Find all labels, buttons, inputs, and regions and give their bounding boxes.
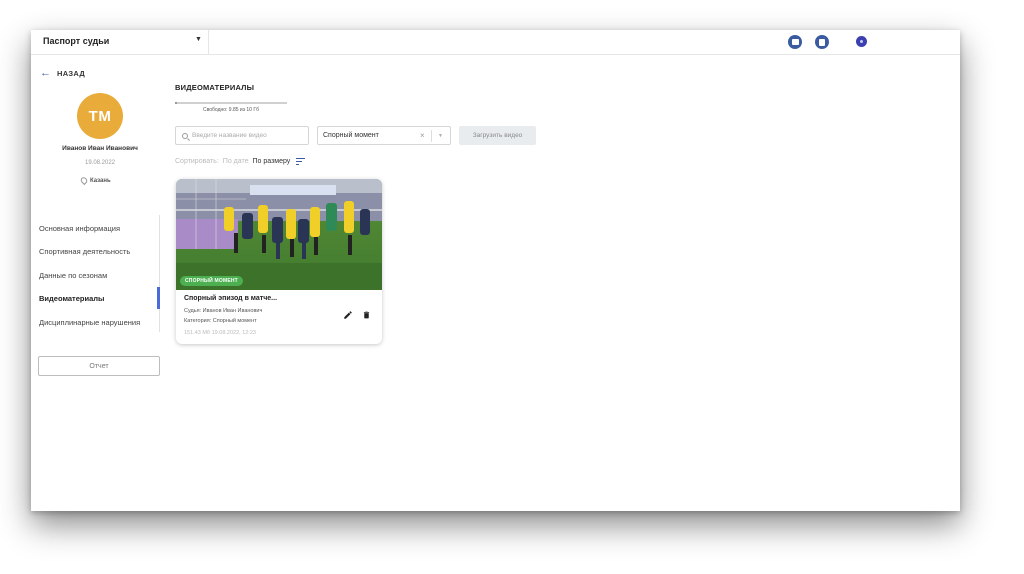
profile-date: 19.08.2022: [84, 160, 116, 166]
sidebar-item-violations[interactable]: Дисциплинарные нарушения: [39, 318, 140, 327]
city-label: Казань: [90, 177, 111, 184]
app-window: Паспорт судьи ▼ ← НАЗАД ТМ Иванов Иван И…: [31, 30, 960, 511]
sidebar-item-main-info[interactable]: Основная информация: [39, 224, 120, 233]
video-info: 151.43 Мб 19.08.2022, 12:23: [184, 330, 256, 336]
app-selector[interactable]: Паспорт судьи ▼: [31, 30, 209, 55]
profile-name: Иванов Иван Иванович: [62, 145, 138, 152]
avatar: ТМ: [77, 93, 123, 139]
profile-city: Казань: [79, 175, 111, 186]
video-title[interactable]: Спорный эпизод в матче...: [184, 295, 277, 302]
section-title: ВИДЕОМАТЕРИАЛЫ: [175, 83, 255, 92]
video-category-badge: СПОРНЫЙ МОМЕНТ: [180, 276, 243, 286]
sidebar-item-seasons[interactable]: Данные по сезонам: [39, 271, 107, 280]
search-icon: [182, 132, 188, 139]
search-input[interactable]: [192, 132, 302, 139]
football-scene-image: [176, 179, 382, 290]
category-select[interactable]: Спорный момент × ▼: [317, 126, 451, 145]
video-thumbnail[interactable]: СПОРНЫЙ МОМЕНТ: [176, 179, 382, 290]
nav-active-indicator: [157, 287, 160, 309]
app-title: Паспорт судьи: [43, 36, 110, 46]
search-box[interactable]: [175, 126, 309, 145]
location-pin-icon: [79, 175, 89, 186]
sidebar-item-videos[interactable]: Видеоматериалы: [39, 294, 104, 303]
category-select-value: Спорный момент: [323, 132, 379, 139]
caret-down-icon: ▼: [195, 36, 202, 43]
sidebar-item-sport-activity[interactable]: Спортивная деятельность: [39, 247, 130, 256]
upload-video-button[interactable]: Загрузить видео: [459, 126, 536, 145]
video-judge: Судья: Иванов Иван Иванович: [184, 308, 263, 314]
delete-icon[interactable]: [362, 310, 371, 320]
chevron-down-icon[interactable]: ▼: [438, 133, 443, 139]
sort-by-size[interactable]: По размеру: [253, 158, 291, 165]
top-bar: Паспорт судьи ▼: [31, 30, 960, 55]
video-card[interactable]: СПОРНЫЙ МОМЕНТ Спорный эпизод в матче...…: [176, 179, 382, 344]
sidebar-nav: Основная информация Спортивная деятельно…: [31, 215, 160, 332]
sort-row: Сортировать: По дате По размеру: [175, 158, 306, 165]
back-link[interactable]: ← НАЗАД: [40, 67, 86, 79]
sort-by-date[interactable]: По дате: [223, 158, 249, 165]
sort-icon[interactable]: [296, 158, 306, 165]
image-icon[interactable]: [788, 35, 802, 49]
back-label: НАЗАД: [57, 68, 86, 78]
report-button[interactable]: Отчет: [38, 356, 160, 376]
edit-icon[interactable]: [343, 310, 353, 320]
storage-label: Свободно: 9.85 из 10 Гб: [203, 107, 259, 113]
arrow-left-icon: ←: [40, 67, 51, 79]
sort-label: Сортировать:: [175, 158, 219, 165]
storage-progress-fill: [175, 102, 177, 104]
storage-progress-bar: [175, 102, 287, 104]
clear-icon[interactable]: ×: [420, 131, 425, 140]
book-icon[interactable]: [815, 35, 829, 49]
select-divider: [431, 130, 432, 142]
video-category: Категория: Спорный момент: [184, 318, 257, 324]
user-dot-icon[interactable]: [856, 36, 867, 47]
